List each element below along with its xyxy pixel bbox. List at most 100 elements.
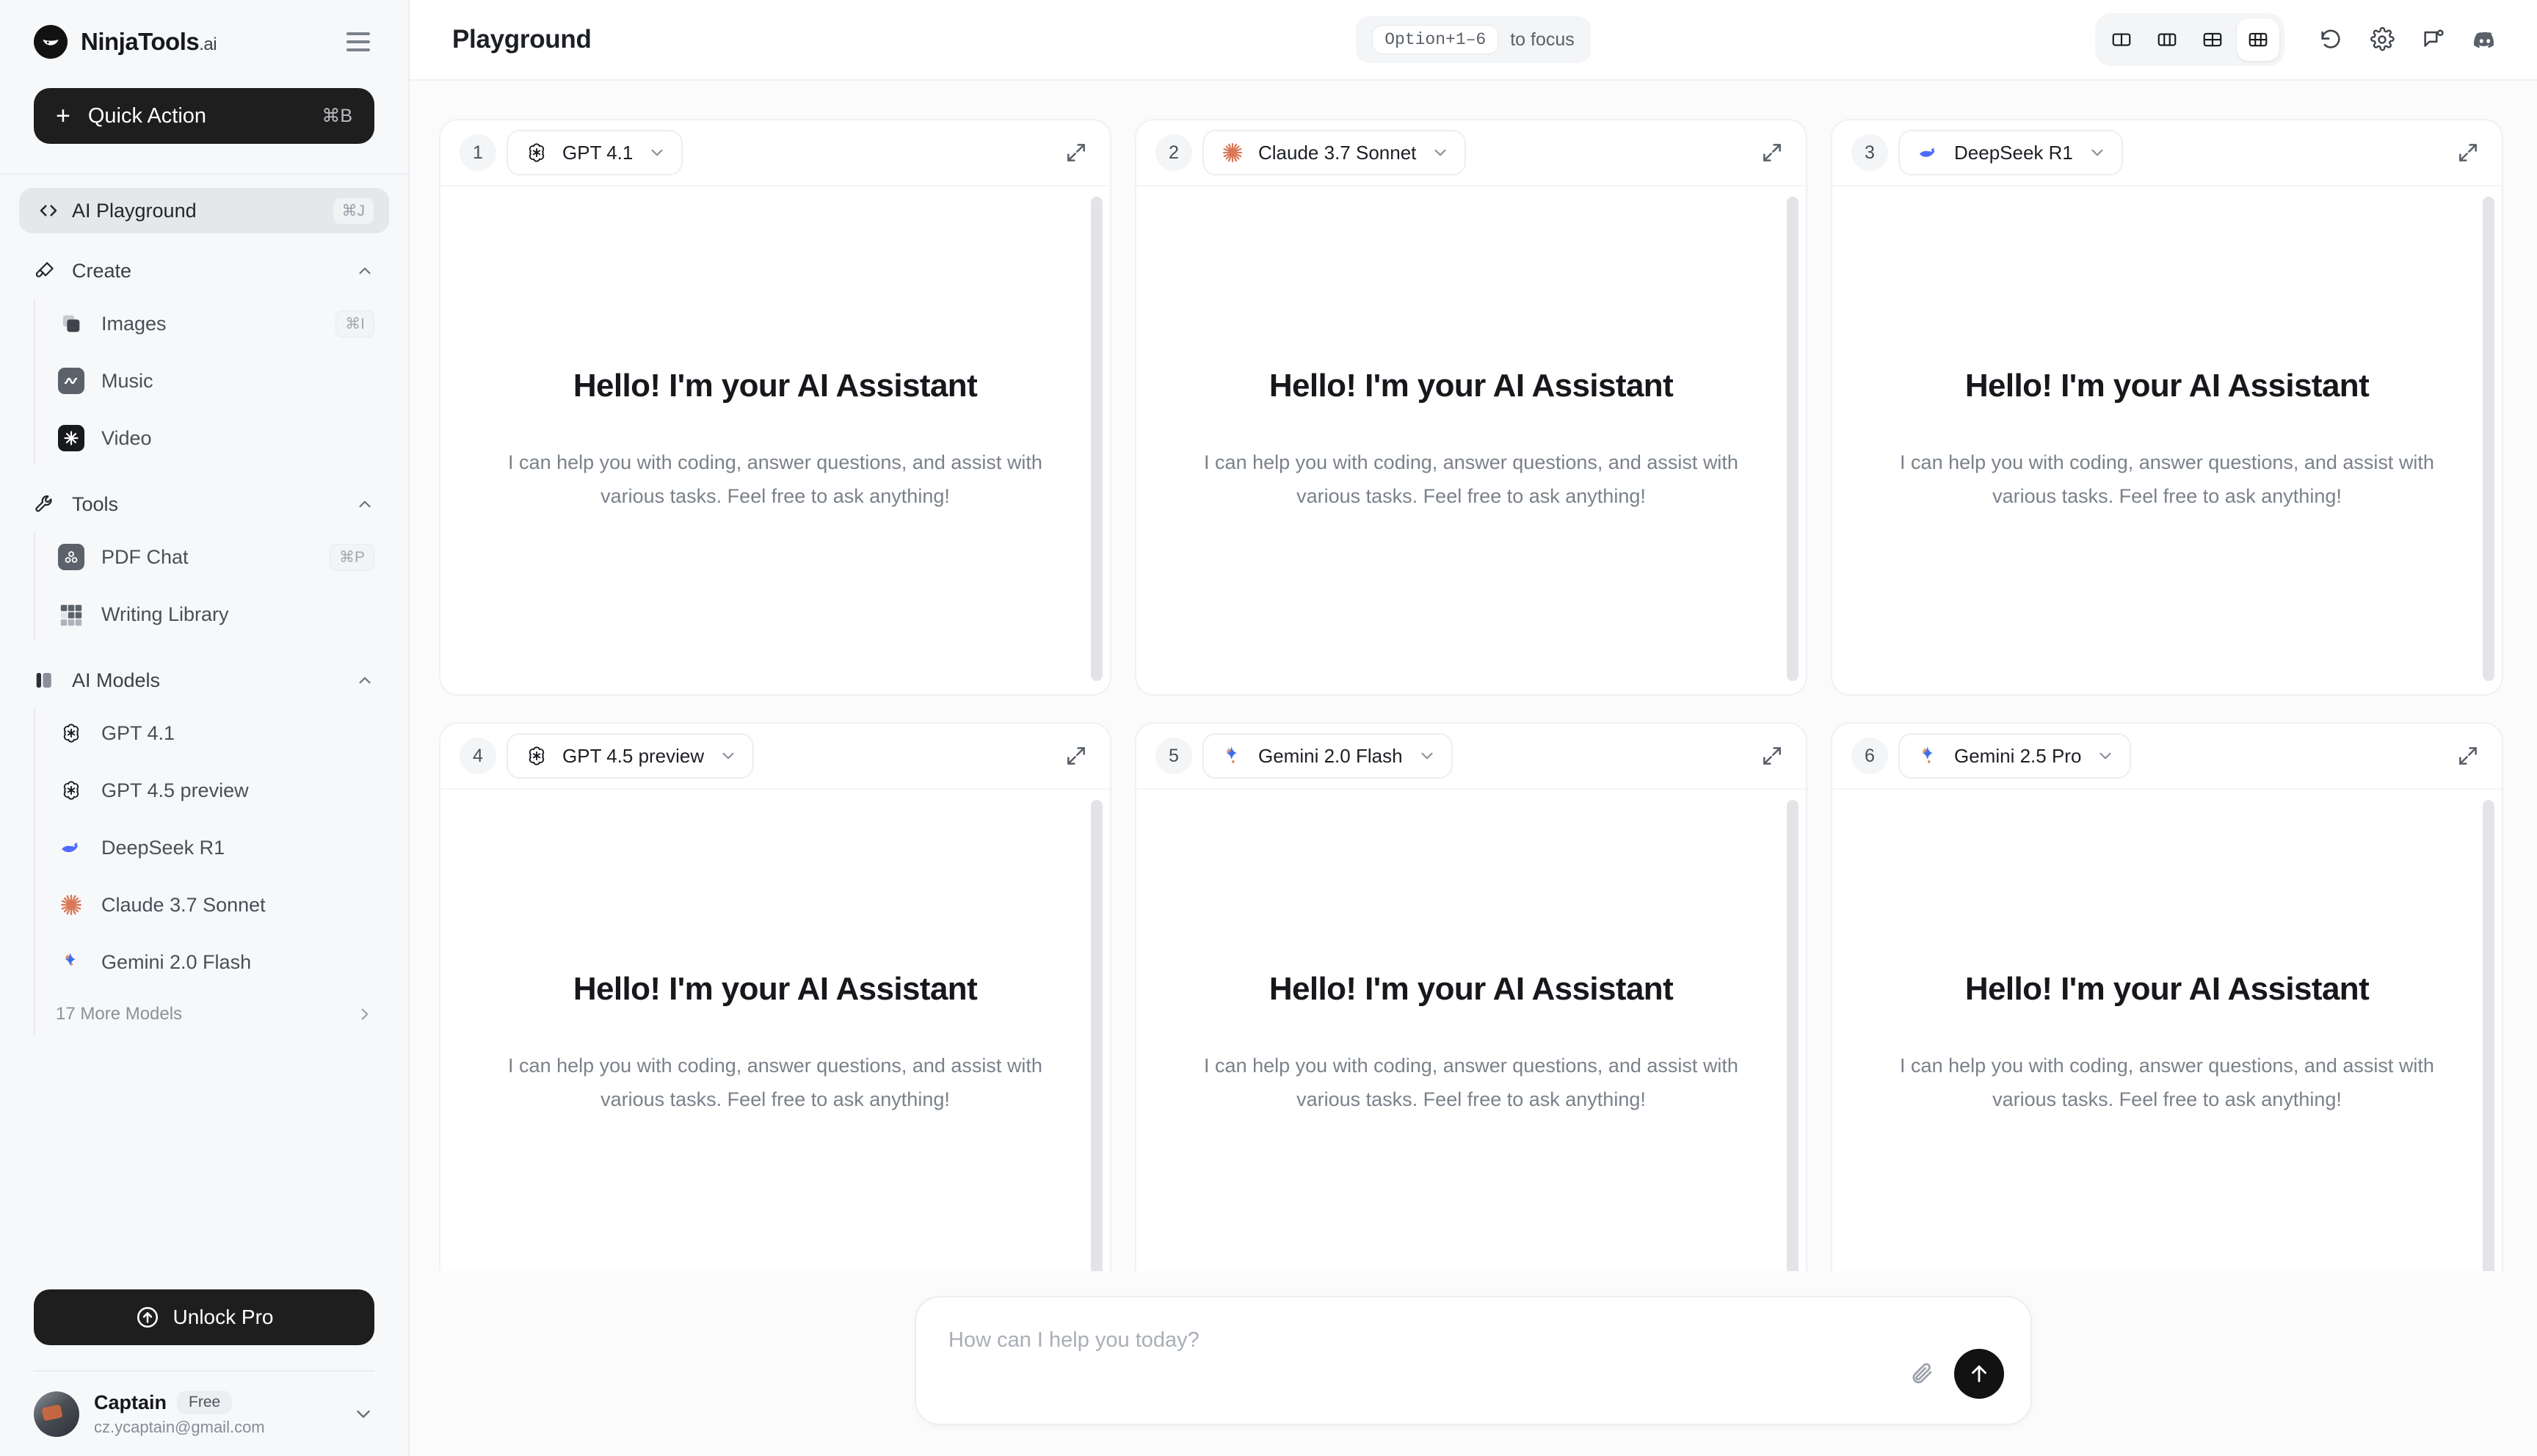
- card-header: 3 DeepSeek R1: [1832, 120, 2502, 186]
- layout-6-grid-button[interactable]: [2237, 18, 2279, 61]
- profile-menu[interactable]: Captain Free cz.ycaptain@gmail.com: [34, 1391, 374, 1437]
- openai-icon: [56, 721, 87, 745]
- card-scrollbar[interactable]: [1091, 800, 1103, 1271]
- sidebar-item-deepseek-r1[interactable]: DeepSeek R1: [34, 819, 408, 876]
- sidebar-item-ai-playground[interactable]: AI Playground ⌘J: [19, 188, 389, 233]
- sidebar-more-models[interactable]: 17 More Models: [34, 991, 408, 1038]
- sidebar-item-video[interactable]: Video: [34, 410, 408, 467]
- code-brackets-icon: [34, 200, 63, 222]
- chevron-down-icon: [1431, 143, 1450, 162]
- expand-icon[interactable]: [2456, 141, 2480, 164]
- sidebar-item-label: DeepSeek R1: [101, 837, 225, 859]
- sidebar-item-label: Images: [101, 313, 167, 335]
- focus-shortcut-kbd: Option+1–6: [1372, 25, 1498, 54]
- greeting-title: Hello! I'm your AI Assistant: [1269, 368, 1673, 404]
- composer: [915, 1296, 2032, 1425]
- sidebar-section-tools[interactable]: Tools: [0, 480, 408, 528]
- model-selector[interactable]: Gemini 2.5 Pro: [1898, 733, 2131, 779]
- layout-4-grid-button[interactable]: [2191, 18, 2234, 61]
- layout-3-col-button[interactable]: [2146, 18, 2188, 61]
- greeting-title: Hello! I'm your AI Assistant: [573, 971, 977, 1008]
- greeting-title: Hello! I'm your AI Assistant: [1965, 971, 2369, 1008]
- sidebar-item-label: Gemini 2.0 Flash: [101, 951, 251, 974]
- expand-icon[interactable]: [2456, 744, 2480, 768]
- card-header: 5 Gemini 2.0 Flash: [1136, 724, 1806, 790]
- greeting-body: I can help you with coding, answer quest…: [504, 1049, 1047, 1117]
- expand-icon[interactable]: [1760, 141, 1784, 164]
- card-scrollbar[interactable]: [2483, 197, 2494, 681]
- openai-icon: [56, 779, 87, 802]
- chevron-down-icon[interactable]: [352, 1403, 374, 1425]
- section-title: Tools: [72, 493, 118, 516]
- playground-grid-area: 1 GPT 4.1: [410, 81, 2537, 1271]
- greeting-body: I can help you with coding, answer quest…: [1895, 1049, 2439, 1117]
- sidebar-item-label: PDF Chat: [101, 546, 189, 569]
- hamburger-icon[interactable]: [342, 28, 374, 56]
- sidebar-item-gpt-45-preview[interactable]: GPT 4.5 preview: [34, 762, 408, 819]
- card-index-badge: 3: [1851, 134, 1888, 171]
- sidebar-item-writing-library[interactable]: Writing Library: [34, 586, 408, 643]
- model-name: DeepSeek R1: [1954, 142, 2073, 164]
- page-title: Playground: [452, 25, 592, 54]
- sidebar-divider-bottom: [34, 1370, 374, 1372]
- chevron-down-icon: [1418, 746, 1437, 765]
- brand[interactable]: NinjaTools.ai: [34, 25, 374, 59]
- model-selector[interactable]: DeepSeek R1: [1898, 130, 2123, 175]
- sidebar-item-label: Writing Library: [101, 603, 229, 626]
- model-selector[interactable]: GPT 4.5 preview: [507, 733, 754, 779]
- attachment-icon[interactable]: [1909, 1361, 1935, 1387]
- section-title: AI Models: [72, 669, 160, 692]
- model-card: 5 Gemini 2.0 Flash: [1135, 722, 1807, 1271]
- sidebar-item-gemini-20-flash[interactable]: Gemini 2.0 Flash: [34, 933, 408, 991]
- reset-icon[interactable]: [2308, 17, 2353, 62]
- expand-icon[interactable]: [1064, 141, 1088, 164]
- card-scrollbar[interactable]: [1091, 197, 1103, 681]
- card-scrollbar[interactable]: [1787, 197, 1799, 681]
- chat-input[interactable]: [948, 1328, 1862, 1353]
- card-header: 6 Gemini 2.5 Pro: [1832, 724, 2502, 790]
- expand-icon[interactable]: [1760, 744, 1784, 768]
- sidebar-item-claude-37-sonnet[interactable]: Claude 3.7 Sonnet: [34, 876, 408, 933]
- chevron-right-icon: [355, 1005, 374, 1024]
- feedback-icon[interactable]: [2411, 17, 2456, 62]
- deepseek-whale-icon: [56, 835, 87, 860]
- sidebar-item-label: AI Playground: [72, 200, 197, 222]
- expand-icon[interactable]: [1064, 744, 1088, 768]
- model-selector[interactable]: Claude 3.7 Sonnet: [1202, 130, 1466, 175]
- layout-2-col-button[interactable]: [2100, 18, 2143, 61]
- gear-icon[interactable]: [2359, 17, 2405, 62]
- sidebar-item-pdf-chat[interactable]: PDF Chat ⌘P: [34, 528, 408, 586]
- send-button[interactable]: [1954, 1349, 2004, 1399]
- sidebar-item-shortcut: ⌘J: [333, 197, 375, 225]
- discord-icon[interactable]: [2462, 17, 2508, 62]
- card-scrollbar[interactable]: [1787, 800, 1799, 1271]
- gemini-spark-icon: [1914, 742, 1942, 770]
- app-root: NinjaTools.ai + Quick Action ⌘B AI Playg…: [0, 0, 2537, 1456]
- sidebar-section-create[interactable]: Create: [0, 247, 408, 295]
- sidebar-item-gpt-41[interactable]: GPT 4.1: [34, 705, 408, 762]
- model-selector[interactable]: GPT 4.1: [507, 130, 683, 175]
- model-name: Gemini 2.0 Flash: [1258, 745, 1403, 768]
- claude-burst-icon: [1219, 139, 1246, 167]
- sidebar-item-images[interactable]: Images ⌘I: [34, 295, 408, 352]
- chevron-down-icon: [647, 143, 667, 162]
- greeting-body: I can help you with coding, answer quest…: [504, 445, 1047, 514]
- card-index-badge: 1: [460, 134, 496, 171]
- arrow-up-circle-icon: [135, 1305, 160, 1330]
- model-selector[interactable]: Gemini 2.0 Flash: [1202, 733, 1453, 779]
- profile-name: Captain: [94, 1391, 167, 1414]
- card-index-badge: 2: [1155, 134, 1192, 171]
- card-scrollbar[interactable]: [2483, 800, 2494, 1271]
- writing-library-icon: [56, 602, 87, 627]
- unlock-pro-label: Unlock Pro: [173, 1306, 274, 1329]
- quick-action-button[interactable]: + Quick Action ⌘B: [34, 88, 374, 144]
- card-body: Hello! I'm your AI Assistant I can help …: [440, 186, 1110, 694]
- layout-toggle-group: [2095, 13, 2284, 66]
- sidebar-item-label: Claude 3.7 Sonnet: [101, 894, 266, 917]
- sidebar-section-ai-models[interactable]: AI Models: [0, 656, 408, 705]
- avatar: [34, 1391, 79, 1437]
- unlock-pro-button[interactable]: Unlock Pro: [34, 1289, 374, 1345]
- model-card: 2 Claude 3.7 Sonnet: [1135, 119, 1807, 696]
- sidebar-item-music[interactable]: Music: [34, 352, 408, 410]
- brand-name-text: NinjaTools: [81, 28, 199, 55]
